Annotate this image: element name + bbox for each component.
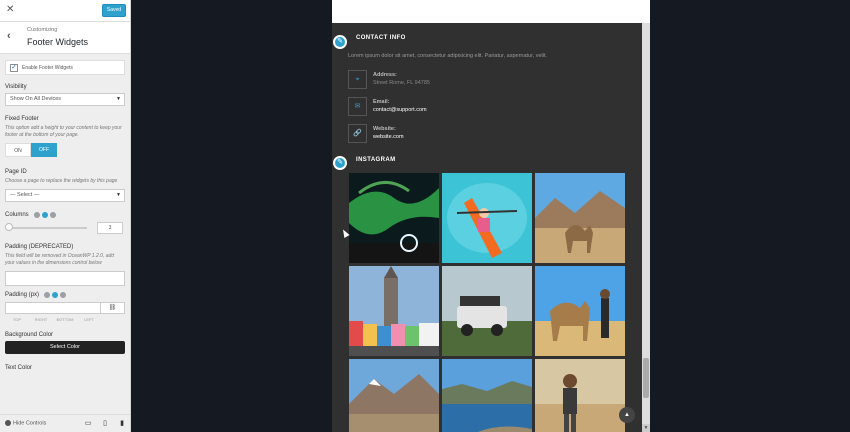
customizer-topbar: ✕ Saved (0, 0, 130, 22)
page-id-select[interactable]: — Select — ▼ (5, 189, 125, 202)
section-title: Footer Widgets (27, 37, 89, 47)
envelope-icon: ✉ (348, 97, 367, 116)
scroll-down-icon[interactable]: ▼ (642, 424, 650, 432)
fixed-footer-off-button[interactable]: OFF (31, 143, 57, 157)
visibility-value: Show On All Devices (10, 96, 62, 102)
padding-deprecated-input[interactable] (5, 271, 125, 286)
instagram-photo-desert-hiker[interactable] (535, 359, 625, 432)
mobile-preview-icon[interactable]: ▮ (118, 419, 126, 428)
preview-frame: ✎ CONTACT INFO Lorem ipsum dolor sit ame… (332, 0, 650, 432)
padding-px-label-row: Padding (px) (5, 292, 125, 298)
contact-address: ⌖ Address: Street Rome, FL 94785 (348, 70, 628, 90)
padding-top-label: TOP (12, 317, 22, 322)
page-id-label: Page ID (5, 169, 27, 175)
customizer-sidebar: ✕ Saved ‹ Customizing Footer Widgets ✓ E… (0, 0, 131, 432)
padding-bottom-label: BOTTOM (56, 317, 74, 322)
mobile-icon[interactable] (60, 292, 67, 298)
tablet-preview-icon[interactable]: ▯ (101, 419, 109, 428)
fixed-footer-toggle: ON OFF (5, 143, 125, 157)
chevron-down-icon: ▼ (116, 192, 121, 198)
instagram-title: INSTAGRAM (356, 157, 396, 163)
contact-website-value[interactable]: website.com (373, 134, 404, 140)
enable-footer-widgets-label: Enable Footer Widgets (22, 65, 73, 71)
fixed-footer-desc: This option add a height to your content… (5, 125, 122, 138)
padding-px-input[interactable] (5, 302, 101, 314)
instagram-photo-camel[interactable] (535, 173, 625, 263)
padding-right-label: RIGHT (34, 317, 48, 322)
mobile-icon[interactable] (49, 212, 56, 218)
instagram-photo-mountains[interactable] (349, 359, 439, 432)
columns-slider[interactable]: 3 (5, 222, 125, 234)
publish-button[interactable]: Saved (102, 4, 126, 17)
tablet-icon[interactable] (52, 292, 59, 298)
background-color-button[interactable]: Select Color (5, 341, 125, 354)
hide-controls-label: Hide Controls (13, 420, 47, 427)
map-marker-icon: ⌖ (348, 70, 367, 89)
breadcrumb: Customizing (27, 27, 58, 33)
edit-shortcut-icon[interactable]: ✎ (333, 35, 347, 49)
link-values-icon[interactable]: ⛓ (101, 302, 125, 314)
preview-scrollbar[interactable]: ▼ (642, 23, 650, 432)
tablet-icon[interactable] (41, 212, 48, 218)
fixed-footer-label: Fixed Footer (5, 116, 39, 122)
instagram-photo-town[interactable] (349, 266, 439, 356)
back-to-top-button[interactable]: ▲ (619, 407, 635, 423)
slider-track (7, 227, 87, 229)
hide-controls-button[interactable]: Hide Controls (5, 420, 46, 426)
contact-website: 🔗 Website: website.com (348, 124, 628, 144)
instagram-photo-aurora[interactable] (349, 173, 439, 263)
instagram-photo-kayak[interactable] (442, 173, 532, 263)
columns-value[interactable]: 3 (97, 222, 123, 234)
desktop-icon[interactable] (33, 212, 40, 218)
site-preview: ✎ CONTACT INFO Lorem ipsum dolor sit ame… (132, 0, 850, 432)
columns-label-row: Columns (5, 212, 125, 218)
background-color-label: Background Color (5, 332, 54, 338)
contact-address-value: Street Rome, FL 94785 (373, 80, 430, 86)
contact-address-label: Address: (373, 72, 397, 78)
visibility-label: Visibility (5, 84, 27, 90)
contact-title: CONTACT INFO (356, 35, 406, 41)
desktop-icon[interactable] (44, 292, 51, 298)
collapse-icon (5, 420, 11, 426)
fixed-footer-on-button[interactable]: ON (5, 143, 31, 157)
contact-text: Lorem ipsum dolor sit amet, consectetur … (348, 53, 548, 59)
scrollbar-thumb[interactable] (643, 358, 649, 398)
page-id-desc: Choose a page to replace the widgets by … (5, 178, 118, 184)
instagram-photo-coast[interactable] (442, 359, 532, 432)
contact-website-label: Website: (373, 126, 396, 132)
instagram-photo-camel-man[interactable] (535, 266, 625, 356)
enable-footer-widgets-checkbox[interactable]: ✓ (10, 64, 18, 72)
desktop-preview-icon[interactable]: ▭ (84, 419, 92, 428)
padding-px-inputs: ⛓ (5, 302, 125, 314)
padding-px-label: Padding (px) (5, 292, 40, 298)
close-icon[interactable]: ✕ (6, 4, 14, 15)
text-color-label: Text Color (5, 365, 33, 371)
chevron-down-icon: ▼ (116, 96, 121, 102)
page-id-value: — Select — (10, 192, 40, 198)
edit-shortcut-icon[interactable]: ✎ (333, 156, 347, 170)
controls-panel: ✓ Enable Footer Widgets Visibility Show … (0, 54, 130, 371)
columns-label: Columns (5, 212, 29, 218)
contact-email-value[interactable]: contact@support.com (373, 107, 427, 113)
padding-left-label: LEFT (84, 317, 94, 322)
enable-footer-widgets-control[interactable]: ✓ Enable Footer Widgets (5, 60, 125, 75)
padding-deprecated-label: Padding (DEPRECATED) (5, 244, 74, 250)
contact-email: ✉ Email: contact@support.com (348, 97, 628, 117)
instagram-photo-jeep[interactable] (442, 266, 532, 356)
site-header-strip (332, 0, 650, 23)
padding-deprecated-desc: This field will be removed in OceanWP 1.… (5, 253, 115, 266)
padding-sub-labels: TOP RIGHT BOTTOM LEFT (5, 317, 125, 322)
link-icon: 🔗 (348, 124, 367, 143)
contact-email-label: Email: (373, 99, 390, 105)
customizer-footer: Hide Controls ▭ ▯ ▮ (0, 414, 130, 432)
section-header: ‹ Customizing Footer Widgets (0, 22, 130, 54)
back-icon[interactable]: ‹ (7, 30, 11, 42)
visibility-select[interactable]: Show On All Devices ▼ (5, 93, 125, 106)
slider-handle[interactable] (5, 223, 13, 231)
